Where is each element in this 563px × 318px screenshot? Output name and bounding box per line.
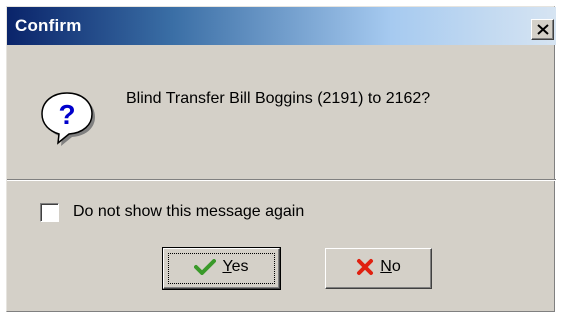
- checkmark-icon: [194, 259, 217, 275]
- red-x-icon: [357, 259, 374, 275]
- title-bar[interactable]: Confirm: [7, 7, 556, 45]
- svg-text:?: ?: [58, 99, 75, 130]
- dont-show-again-checkbox[interactable]: [40, 203, 59, 222]
- yes-button-label: Yes: [222, 258, 249, 275]
- confirm-message: Blind Transfer Bill Boggins (2191) to 21…: [126, 90, 431, 107]
- yes-button[interactable]: Yes: [162, 247, 281, 290]
- question-icon: ?: [41, 92, 95, 146]
- close-button[interactable]: [531, 19, 554, 40]
- confirm-dialog: Confirm ? Blind Transfer Bill Boggins (2…: [6, 6, 556, 312]
- dont-show-again-label[interactable]: Do not show this message again: [73, 203, 304, 221]
- no-button-label: No: [380, 258, 401, 275]
- no-button[interactable]: No: [325, 248, 432, 289]
- separator: [7, 179, 556, 181]
- dialog-title: Confirm: [15, 16, 82, 35]
- close-icon: [537, 24, 549, 35]
